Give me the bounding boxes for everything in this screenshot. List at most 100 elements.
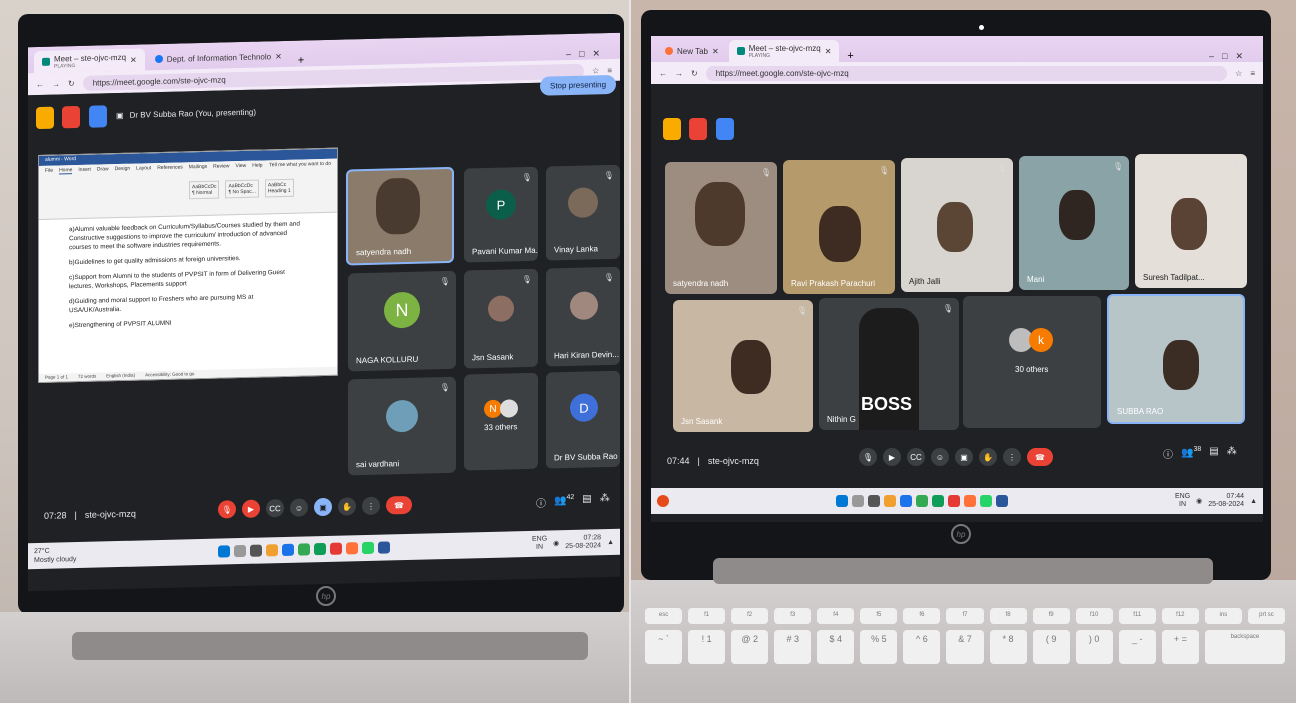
start-icon[interactable] — [218, 545, 231, 558]
participant-tile[interactable]: 🎙 Mani — [1019, 156, 1129, 290]
activities-icon[interactable]: ⁂ — [600, 493, 610, 508]
end-call-button[interactable]: ☎ — [1027, 448, 1053, 466]
tell-me-search[interactable]: Tell me what you want to do — [269, 161, 331, 170]
word-tab-layout[interactable]: Layout — [136, 165, 151, 172]
key-6[interactable]: ^ 6 — [903, 630, 941, 664]
chat-icon[interactable]: ▤ — [582, 493, 591, 508]
reload-icon[interactable]: ↻ — [68, 79, 75, 88]
clock[interactable]: 07:28 25-08-2024 — [565, 534, 601, 551]
camera-toggle-button[interactable]: ▶ — [883, 448, 901, 466]
key-7[interactable]: & 7 — [946, 630, 984, 664]
key-esc[interactable]: esc — [645, 608, 683, 624]
style-no-spacing[interactable]: AaBbCcDc ¶ No Spac... — [225, 179, 259, 199]
language-indicator[interactable]: ENG IN — [532, 536, 547, 552]
notes-icon[interactable] — [663, 118, 681, 140]
tab-dept[interactable]: Dept. of Information Technolo ✕ — [147, 45, 290, 70]
docs-icon[interactable] — [88, 105, 107, 128]
participant-tile[interactable]: 🎙 sai vardhani — [348, 376, 456, 476]
captions-button[interactable]: CC — [266, 498, 284, 518]
task-view-icon[interactable] — [250, 544, 263, 557]
key-4[interactable]: $ 4 — [817, 630, 855, 664]
close-icon[interactable]: ✕ — [825, 47, 832, 56]
key-f6[interactable]: f6 — [903, 608, 941, 624]
key-f4[interactable]: f4 — [817, 608, 855, 624]
url-field[interactable]: https://meet.google.com/ste-ojvc-mzq — [705, 65, 1228, 81]
word-tab-design[interactable]: Design — [115, 166, 131, 173]
key-9[interactable]: ( 9 — [1032, 630, 1070, 664]
opera-icon[interactable] — [947, 495, 960, 507]
word-tab-insert[interactable]: Insert — [78, 167, 91, 174]
opera-icon[interactable] — [330, 542, 343, 555]
activities-icon[interactable]: ⁂ — [1227, 446, 1237, 461]
mic-toggle-button[interactable]: 🎙 — [859, 448, 877, 466]
raise-hand-button[interactable]: ✋ — [979, 448, 997, 466]
word-icon[interactable] — [378, 541, 391, 554]
new-tab-icon[interactable]: + — [292, 54, 310, 66]
key-f3[interactable]: f3 — [774, 608, 812, 624]
weather-widget[interactable]: 27°C Mostly cloudy — [34, 546, 76, 565]
new-tab-icon[interactable]: + — [841, 50, 859, 62]
tab-meet[interactable]: Meet – ste-ojvc-mzq PLAYING ✕ — [728, 40, 840, 62]
chrome-icon[interactable] — [298, 543, 311, 556]
explorer-icon[interactable] — [883, 495, 896, 507]
chat-icon[interactable]: ▤ — [1209, 446, 1218, 461]
notification-bell-icon[interactable]: ▲ — [1250, 498, 1257, 505]
key-1[interactable]: ! 1 — [688, 630, 726, 664]
key-f8[interactable]: f8 — [989, 608, 1027, 624]
key-f11[interactable]: f11 — [1118, 608, 1156, 624]
back-icon[interactable]: ← — [36, 79, 44, 88]
key-ins[interactable]: ins — [1204, 608, 1242, 624]
explorer-icon[interactable] — [266, 544, 279, 557]
present-button[interactable]: ▣ — [314, 497, 332, 517]
chrome-icon[interactable] — [915, 495, 928, 507]
window-controls[interactable]: –□✕ — [1209, 51, 1257, 62]
close-icon[interactable]: ✕ — [712, 47, 719, 56]
mic-toggle-button[interactable]: 🎙 — [218, 500, 236, 519]
participant-tile[interactable]: satyendra nadh — [346, 166, 454, 266]
participant-tile[interactable]: 🎙 Suresh Tadilpat... — [1135, 154, 1247, 288]
participant-tile[interactable]: 🎙 P Pavani Kumar Ma... — [464, 166, 538, 263]
people-icon[interactable]: 👥42 — [554, 494, 574, 509]
participant-tile[interactable]: N 33 others — [464, 372, 538, 471]
key-f12[interactable]: f12 — [1161, 608, 1199, 624]
word-tab-review[interactable]: Review — [213, 163, 229, 170]
back-icon[interactable]: ← — [659, 69, 667, 78]
word-tab-references[interactable]: References — [157, 164, 183, 172]
tab-meet[interactable]: Meet – ste-ojvc-mzq PLAYING ✕ — [34, 48, 145, 74]
key-f2[interactable]: f2 — [731, 608, 769, 624]
present-button[interactable]: ▣ — [955, 448, 973, 466]
key-0[interactable]: ) 0 — [1075, 630, 1113, 664]
end-call-button[interactable]: ☎ — [386, 495, 412, 515]
word-tab-draw[interactable]: Draw — [97, 166, 109, 173]
key-2[interactable]: @ 2 — [731, 630, 769, 664]
raise-hand-button[interactable]: ✋ — [338, 497, 356, 516]
word-tab-mailings[interactable]: Mailings — [189, 164, 207, 171]
menu-icon[interactable]: ≡ — [607, 65, 612, 74]
whatsapp-icon[interactable] — [362, 541, 375, 555]
reload-icon[interactable]: ↻ — [691, 69, 698, 78]
participant-tile[interactable]: k 30 others — [963, 296, 1101, 428]
participant-tile[interactable]: 🎙 satyendra nadh — [665, 162, 777, 294]
participant-tile[interactable]: 🎙 BOSS Nithin G — [819, 298, 959, 430]
forward-icon[interactable]: → — [52, 79, 60, 88]
participant-tile[interactable]: 🎙 Ravi Prakash Parachuri — [783, 160, 895, 294]
notes-icon[interactable] — [36, 106, 54, 130]
people-icon[interactable]: 👥38 — [1181, 446, 1201, 461]
star-icon[interactable]: ☆ — [592, 66, 599, 75]
weather-icon[interactable] — [657, 495, 669, 507]
participant-tile[interactable]: 🎙 N NAGA KOLLURU — [348, 270, 456, 372]
participant-tile[interactable]: D Dr BV Subba Rao — [546, 370, 620, 469]
participant-tile[interactable]: SUBBA RAO — [1107, 294, 1245, 424]
key-5[interactable]: % 5 — [860, 630, 898, 664]
key-f9[interactable]: f9 — [1032, 608, 1070, 624]
more-options-button[interactable]: ⋮ — [1003, 448, 1021, 466]
participant-tile[interactable]: 🎙 Vinay Lanka — [546, 164, 620, 261]
key-f1[interactable]: f1 — [688, 608, 726, 624]
key-backspace[interactable]: backspace — [1204, 630, 1285, 664]
style-normal[interactable]: AaBbCcDc ¶ Normal — [189, 180, 220, 200]
start-icon[interactable] — [835, 495, 848, 507]
tab-new[interactable]: New Tab ✕ — [657, 40, 727, 62]
participant-tile[interactable]: 🎙 Jsn Sasank — [673, 300, 813, 432]
info-icon[interactable]: ⓘ — [1163, 446, 1173, 461]
key-`[interactable]: ~ ` — [645, 630, 683, 664]
